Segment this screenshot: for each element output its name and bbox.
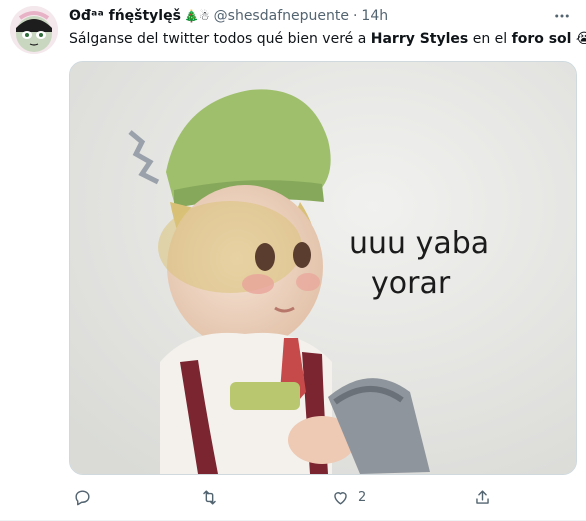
image-caption-line1: uuu yaba bbox=[349, 226, 490, 261]
reply-icon bbox=[75, 489, 90, 505]
tweet-timestamp[interactable]: 14h bbox=[361, 8, 388, 24]
reply-button[interactable] bbox=[73, 483, 92, 511]
tweet[interactable]: ʘđᵃᵃ fńęštylęš 🎄☃ @shesdafnepuente · 14h… bbox=[0, 0, 586, 521]
tweet-text-part: Sálganse del twitter todos qué bien veré… bbox=[69, 31, 371, 47]
separator-dot: · bbox=[352, 8, 358, 24]
user-handle[interactable]: @shesdafnepuente bbox=[214, 8, 349, 24]
display-name[interactable]: ʘđᵃᵃ fńęštylęš bbox=[69, 8, 181, 24]
retweet-icon bbox=[203, 489, 216, 505]
doll-photo bbox=[70, 62, 576, 474]
share-button[interactable] bbox=[473, 483, 492, 511]
share-icon bbox=[476, 489, 489, 504]
more-options-button[interactable] bbox=[550, 4, 574, 28]
display-name-emoji: 🎄☃ bbox=[183, 9, 210, 23]
avatar[interactable] bbox=[10, 6, 58, 54]
image-caption: uuu yaba yorar bbox=[349, 224, 489, 304]
retweet-button[interactable] bbox=[200, 483, 219, 511]
like-button[interactable]: 2 bbox=[331, 483, 366, 511]
tweet-header: ʘđᵃᵃ fńęštylęš 🎄☃ @shesdafnepuente · 14h bbox=[69, 6, 388, 26]
tweet-text-part: en el bbox=[468, 31, 512, 47]
tweet-actions: 2 bbox=[69, 483, 575, 511]
tweet-text-bold-harry-styles: Harry Styles bbox=[370, 31, 469, 47]
tweet-text: Sálganse del twitter todos qué bien veré… bbox=[69, 29, 586, 49]
crying-emoji: 😭 bbox=[575, 31, 586, 47]
tweet-image[interactable]: uuu yaba yorar bbox=[69, 61, 577, 475]
avatar-image bbox=[10, 6, 58, 54]
image-caption-line2: yorar bbox=[371, 266, 451, 301]
more-icon bbox=[555, 14, 569, 18]
heart-icon bbox=[334, 491, 347, 505]
like-count: 2 bbox=[358, 489, 367, 505]
tweet-text-bold-foro-sol: foro sol bbox=[511, 31, 572, 47]
